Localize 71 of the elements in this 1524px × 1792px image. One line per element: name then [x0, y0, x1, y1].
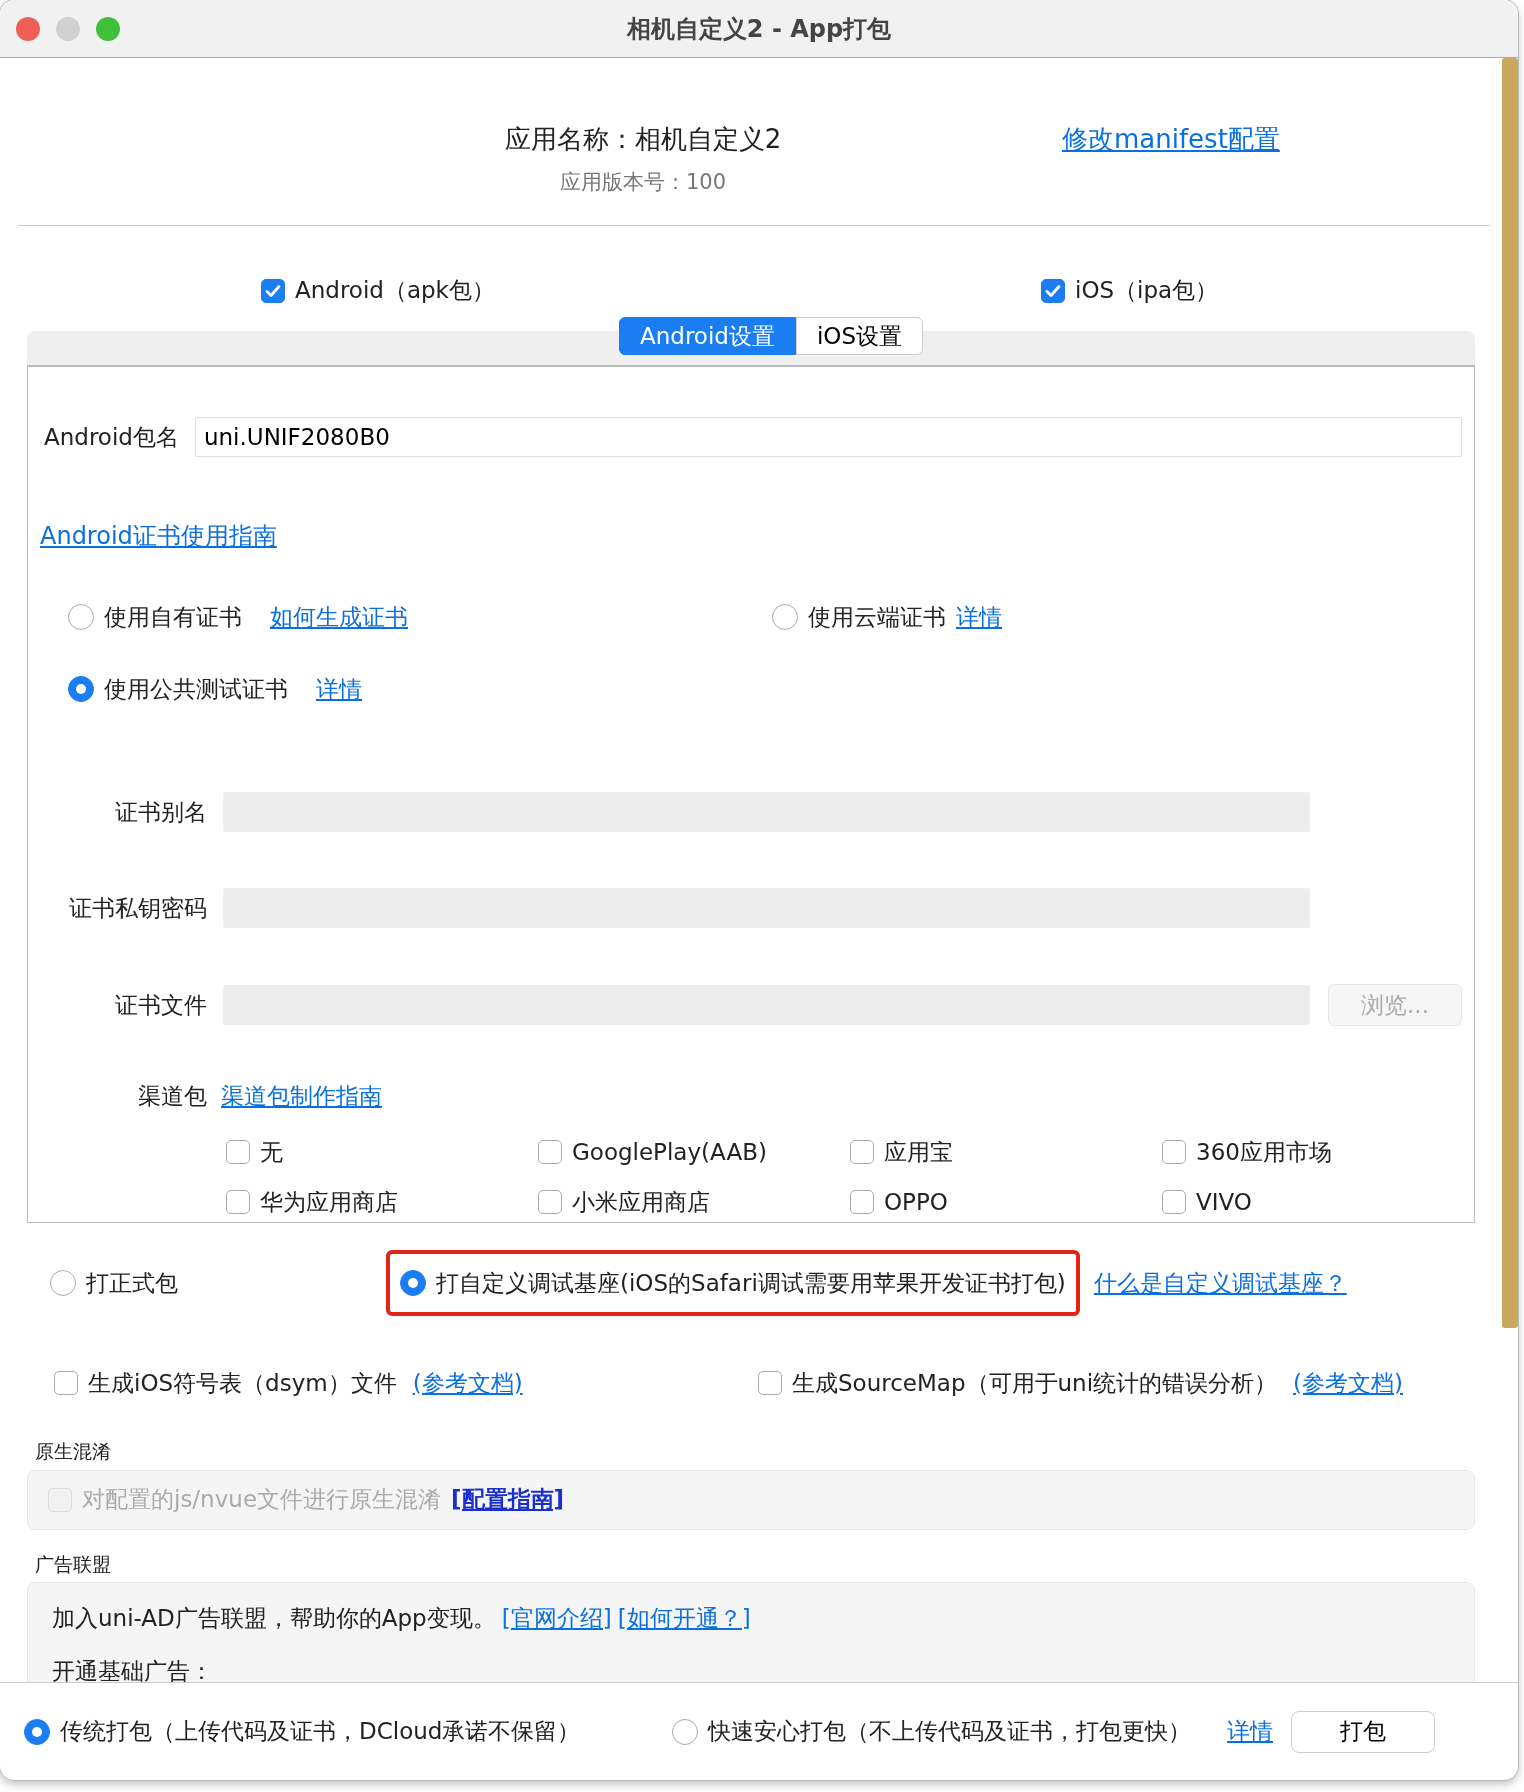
- link[interactable]: 详情: [956, 600, 1002, 635]
- checkbox[interactable]: [1162, 1190, 1186, 1215]
- checkbox[interactable]: [538, 1190, 562, 1215]
- checkbox[interactable]: [1162, 1139, 1186, 1164]
- radio-button[interactable]: [24, 1718, 50, 1745]
- option-label: 生成SourceMap（可用于uni统计的错误分析）: [792, 1368, 1278, 1398]
- option-label: 打自定义调试基座(iOS的Safari调试需要用苹果开发证书打包): [436, 1268, 1066, 1298]
- channel-label: 无: [260, 1137, 283, 1167]
- link[interactable]: [官网介绍]: [501, 1601, 612, 1636]
- channel-label: GooglePlay(AAB): [572, 1137, 767, 1167]
- link[interactable]: 详情: [316, 671, 362, 706]
- checkbox[interactable]: [758, 1371, 782, 1395]
- link[interactable]: 什么是自定义调试基座？: [1093, 1265, 1347, 1301]
- checkbox[interactable]: [226, 1139, 250, 1164]
- close-button[interactable]: [16, 16, 40, 41]
- channel-label: VIVO: [1196, 1188, 1252, 1217]
- field-label: 渠道包: [137, 1082, 208, 1111]
- option-label: 使用公共测试证书: [104, 674, 288, 704]
- app-name: 应用名称：相机自定义2: [504, 123, 782, 156]
- section-title: 广告联盟: [35, 1551, 112, 1577]
- build-button[interactable]: 打包: [1291, 1710, 1435, 1753]
- field-label: Android包名: [43, 422, 180, 452]
- channel-label: 华为应用商店: [260, 1188, 398, 1217]
- link[interactable]: 修改manifest配置: [1062, 120, 1280, 159]
- ad-text: 加入uni-AD广告联盟，帮助你的App变现。: [52, 1604, 496, 1633]
- channel-label: 应用宝: [884, 1137, 953, 1167]
- link[interactable]: [如何开通？]: [617, 1601, 751, 1636]
- checkbox[interactable]: [538, 1139, 562, 1164]
- option-label: 快速安心打包（不上传代码及证书，打包更快）: [708, 1717, 1191, 1747]
- platform-label: iOS（ipa包）: [1075, 276, 1219, 306]
- option-label: 传统打包（上传代码及证书，DCloud承诺不保留）: [60, 1717, 581, 1747]
- radio-button[interactable]: [772, 604, 798, 631]
- zoom-button[interactable]: [96, 16, 120, 41]
- checkbox[interactable]: [1041, 278, 1065, 303]
- tab[interactable]: Android设置: [619, 317, 796, 355]
- checkbox[interactable]: [850, 1190, 874, 1215]
- option-label: 对配置的js/nvue文件进行原生混淆: [82, 1485, 442, 1515]
- option-label: 使用自有证书: [104, 603, 242, 632]
- field-label: 证书文件: [114, 990, 208, 1020]
- section-title: 原生混淆: [35, 1439, 112, 1464]
- window-title: 相机自定义2 - App打包: [626, 14, 892, 43]
- radio-button[interactable]: [50, 1270, 76, 1296]
- link[interactable]: Android证书使用指南: [40, 518, 277, 554]
- radio-button[interactable]: [68, 604, 94, 631]
- ad-subtitle: 开通基础广告：: [52, 1656, 214, 1682]
- field-label: 证书别名: [114, 797, 208, 827]
- link[interactable]: 如何生成证书: [270, 600, 408, 635]
- package-name-field[interactable]: uni.UNIF2080B0: [194, 417, 1462, 457]
- link[interactable]: 渠道包制作指南: [221, 1079, 382, 1114]
- channel-label: OPPO: [884, 1188, 948, 1217]
- platform-label: Android（apk包）: [295, 276, 495, 306]
- option-label: 使用云端证书: [808, 603, 946, 632]
- checkbox[interactable]: [850, 1139, 874, 1164]
- checkbox[interactable]: [54, 1371, 78, 1395]
- link[interactable]: 详情: [1227, 1714, 1273, 1749]
- option-label: 生成iOS符号表（dsym）文件: [88, 1368, 397, 1398]
- link[interactable]: (参考文档): [412, 1365, 523, 1401]
- scrollbar-thumb[interactable]: [1502, 58, 1518, 1328]
- link[interactable]: (参考文档): [1293, 1365, 1404, 1401]
- checkbox[interactable]: [226, 1190, 250, 1215]
- checkbox[interactable]: [261, 278, 285, 303]
- tab[interactable]: iOS设置: [795, 317, 923, 355]
- channel-label: 小米应用商店: [572, 1188, 710, 1217]
- radio-button[interactable]: [672, 1718, 698, 1745]
- app-version: 应用版本号：100: [559, 169, 727, 196]
- field-label: 证书私钥密码: [68, 893, 208, 923]
- radio-button[interactable]: [68, 675, 94, 702]
- channel-label: 360应用市场: [1196, 1137, 1332, 1167]
- option-label: 打正式包: [86, 1268, 178, 1298]
- radio-button[interactable]: [400, 1270, 426, 1296]
- minimize-button[interactable]: [56, 16, 80, 41]
